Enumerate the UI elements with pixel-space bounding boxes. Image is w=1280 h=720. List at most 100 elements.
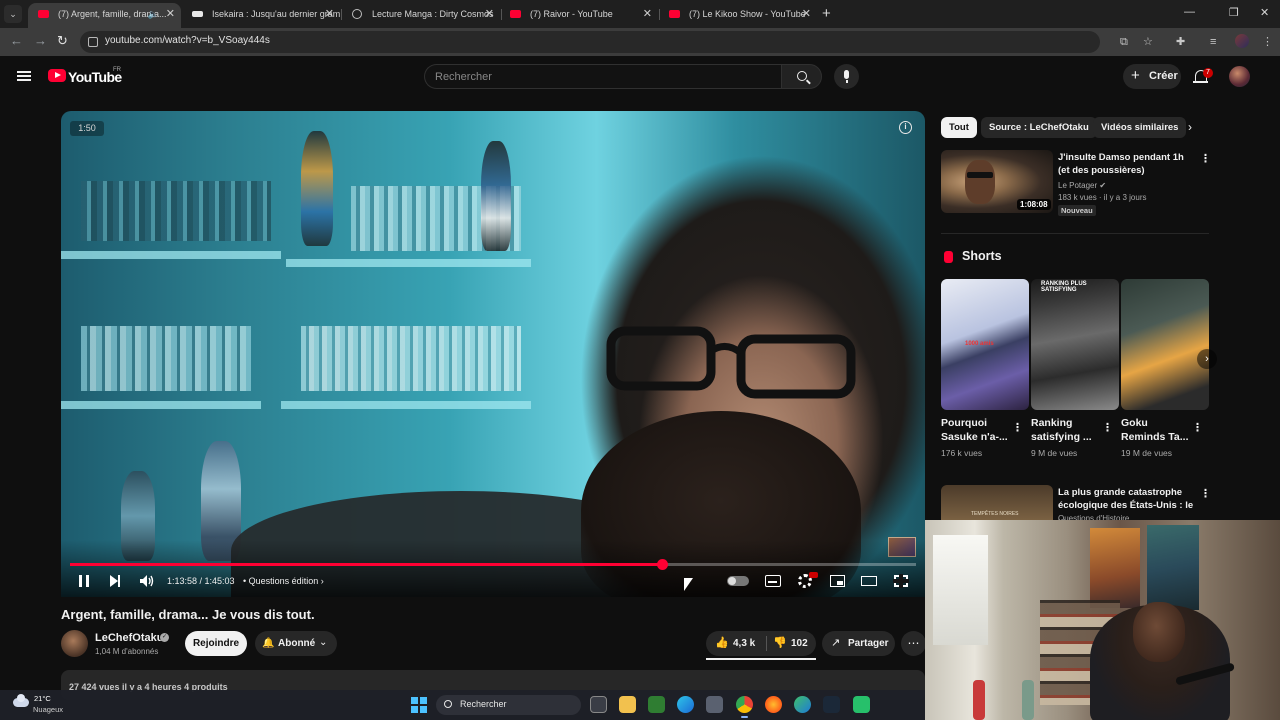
- short-title[interactable]: Pourquoi Sasuke n'a-...: [941, 416, 1011, 444]
- store-icon[interactable]: [706, 696, 723, 713]
- site-info-icon[interactable]: [88, 37, 98, 47]
- account-avatar[interactable]: [1229, 66, 1250, 87]
- close-tab-icon[interactable]: ✕: [643, 3, 652, 25]
- tab-search-button[interactable]: ⌄: [4, 5, 22, 23]
- chip-source[interactable]: Source : LeChefOtaku: [981, 117, 1097, 138]
- cast-icon[interactable]: ⧉: [1120, 35, 1128, 49]
- verified-check-icon: ✓: [160, 633, 169, 642]
- next-icon[interactable]: [110, 575, 120, 587]
- file-explorer-icon[interactable]: [619, 696, 636, 713]
- browser-menu-icon[interactable]: ⋮: [1262, 35, 1273, 49]
- channel-name[interactable]: LeChefOtaku: [95, 632, 163, 644]
- volume-icon[interactable]: [140, 575, 154, 587]
- browser-tab-5[interactable]: (7) Le Kikoo Show - YouTube ✕: [659, 3, 817, 28]
- media-controls-icon[interactable]: ≡: [1210, 35, 1216, 49]
- fullscreen-icon[interactable]: [893, 574, 909, 588]
- steam-icon[interactable]: [823, 696, 840, 713]
- weather-description[interactable]: Nuageux: [33, 705, 63, 714]
- kebab-menu-icon[interactable]: ⋮: [1192, 421, 1203, 434]
- subscribed-label: Abonné: [278, 638, 316, 649]
- miniplayer-icon[interactable]: [830, 575, 845, 587]
- browser-tab-4[interactable]: (7) Raivor - YouTube ✕: [500, 3, 658, 28]
- progress-scrubber[interactable]: [657, 559, 668, 570]
- close-tab-icon[interactable]: ✕: [325, 3, 334, 25]
- extensions-icon[interactable]: ✚: [1176, 35, 1185, 49]
- speaker-icon[interactable]: 🔈: [148, 3, 159, 25]
- chrome-icon[interactable]: [736, 696, 753, 713]
- browser-tab-1[interactable]: (7) Argent, famille, drama... 🔈 ✕: [28, 3, 181, 28]
- globe-favicon-icon: [352, 9, 362, 19]
- chip-similar[interactable]: Vidéos similaires: [1093, 117, 1187, 138]
- related-video-title[interactable]: J'insulte Damso pendant 1h (et des pouss…: [1058, 151, 1193, 177]
- create-button[interactable]: + Créer: [1123, 64, 1181, 89]
- chip-all[interactable]: Tout: [941, 117, 977, 138]
- short-thumbnail[interactable]: [1121, 279, 1209, 410]
- more-actions-button[interactable]: ⋯: [901, 631, 926, 656]
- close-tab-icon[interactable]: ✕: [485, 3, 494, 25]
- weather-temperature[interactable]: 21°C: [34, 694, 51, 703]
- tab-title: (7) Le Kikoo Show - YouTube: [689, 9, 806, 19]
- kebab-menu-icon[interactable]: ⋮: [1012, 421, 1023, 434]
- firefox-icon[interactable]: [765, 696, 782, 713]
- theater-mode-icon[interactable]: [861, 576, 877, 586]
- windows-start-icon[interactable]: [411, 697, 427, 713]
- task-view-icon[interactable]: [590, 696, 607, 713]
- browser-tab-2[interactable]: Isekaira : Jusqu'au dernier gram ✕: [182, 3, 340, 28]
- youtube-favicon-icon: [669, 10, 680, 18]
- thumb-down-icon[interactable]: 👎: [773, 636, 787, 650]
- short-thumbnail[interactable]: 1000 amis: [941, 279, 1029, 410]
- mask-favicon-icon: [192, 11, 203, 17]
- join-button[interactable]: Rejoindre: [185, 631, 247, 656]
- restore-icon[interactable]: ❐: [1229, 6, 1239, 19]
- subscribed-button[interactable]: 🔔 Abonné ⌄: [255, 631, 337, 656]
- game-app-icon[interactable]: [648, 696, 665, 713]
- browser-profile-avatar[interactable]: [1235, 34, 1249, 48]
- shorts-next-arrow-icon[interactable]: ›: [1197, 349, 1217, 369]
- close-window-icon[interactable]: ✕: [1260, 6, 1269, 19]
- youtube-logo-icon[interactable]: [48, 69, 66, 82]
- share-button[interactable]: ↗ Partager: [822, 631, 895, 656]
- short-title[interactable]: Ranking satisfying ...: [1031, 416, 1101, 444]
- kebab-menu-icon[interactable]: ⋮: [1200, 487, 1211, 500]
- chevron-right-icon[interactable]: ›: [1188, 120, 1192, 134]
- related-thumbnail[interactable]: TEMPÊTES NOIRES: [941, 485, 1053, 520]
- hamburger-menu-icon[interactable]: [17, 71, 31, 81]
- short-views: 176 k vues: [941, 448, 983, 458]
- kebab-menu-icon[interactable]: ⋮: [1102, 421, 1113, 434]
- progress-bar[interactable]: [70, 559, 916, 570]
- edge-icon[interactable]: [677, 696, 694, 713]
- subtitles-icon[interactable]: [765, 575, 781, 587]
- browser-tab-3[interactable]: Lecture Manga : Dirty Cosmos ✕: [342, 3, 500, 28]
- new-tab-icon[interactable]: +: [822, 6, 831, 21]
- bookmark-star-icon[interactable]: ☆: [1143, 35, 1153, 49]
- dislike-count[interactable]: 102: [791, 638, 808, 649]
- info-icon[interactable]: i: [899, 121, 912, 134]
- related-video-channel[interactable]: Le Potager ✔: [1058, 181, 1106, 190]
- pause-icon[interactable]: [79, 575, 89, 587]
- taskbar-search[interactable]: Rechercher: [436, 695, 581, 715]
- back-arrow-icon[interactable]: ←: [10, 34, 23, 48]
- url-text: youtube.com/watch?v=b_VSoay444s: [105, 35, 270, 46]
- search-input[interactable]: [435, 65, 765, 88]
- minimize-icon[interactable]: —: [1184, 6, 1195, 18]
- kebab-menu-icon[interactable]: ⋮: [1200, 152, 1211, 165]
- chapter-button[interactable]: • Questions édition ›: [243, 576, 324, 586]
- close-tab-icon[interactable]: ✕: [802, 3, 811, 25]
- close-tab-icon[interactable]: ✕: [166, 3, 175, 25]
- like-count[interactable]: 4,3 k: [733, 638, 755, 649]
- youtube-favicon-icon: [38, 10, 49, 18]
- thumb-up-icon[interactable]: 👍: [715, 636, 729, 650]
- edge-dev-icon[interactable]: [794, 696, 811, 713]
- cloud-icon[interactable]: [13, 694, 29, 707]
- short-title[interactable]: Goku Reminds Ta...: [1121, 416, 1191, 444]
- voice-search-button[interactable]: [834, 64, 859, 89]
- autoplay-toggle[interactable]: [727, 576, 749, 586]
- reload-icon[interactable]: ↻: [57, 34, 68, 48]
- search-button[interactable]: [781, 64, 822, 89]
- short-thumbnail[interactable]: RANKING PLUS SATISFYING: [1031, 279, 1119, 410]
- channel-avatar[interactable]: [61, 630, 88, 657]
- video-player[interactable]: [61, 111, 925, 597]
- forward-arrow-icon[interactable]: →: [34, 34, 47, 48]
- omnibox[interactable]: youtube.com/watch?v=b_VSoay444s: [80, 31, 1100, 53]
- chat-app-icon[interactable]: [853, 696, 870, 713]
